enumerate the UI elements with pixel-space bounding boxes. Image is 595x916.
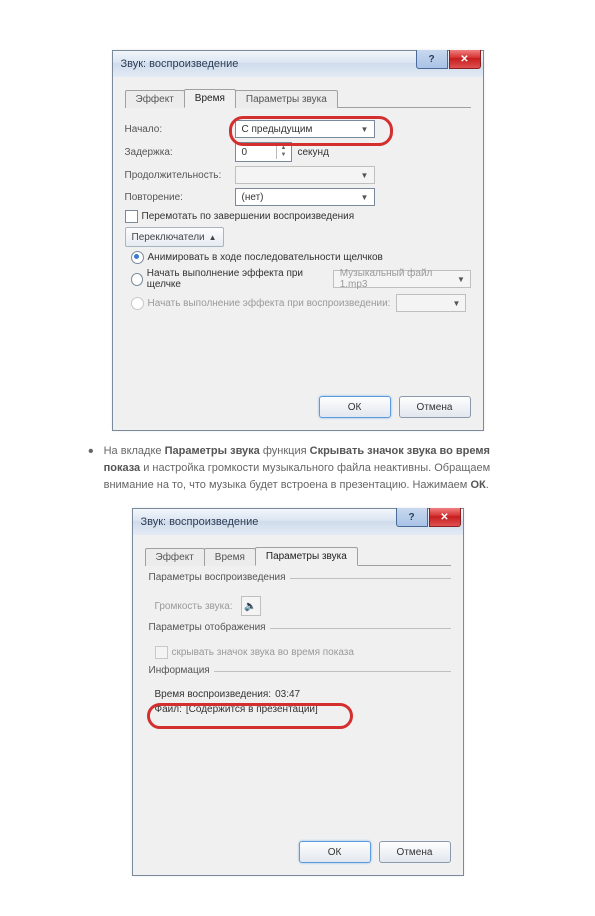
chevron-down-icon: ▼ bbox=[454, 275, 467, 284]
start-value: С предыдущим bbox=[242, 124, 313, 135]
dialog-title: Звук: воспроизведение bbox=[141, 516, 259, 528]
help-button[interactable]: ? bbox=[396, 508, 428, 527]
delay-spinner[interactable]: 0 ▲▼ bbox=[235, 142, 292, 162]
tab-time[interactable]: Время bbox=[204, 548, 256, 566]
titlebar[interactable]: Звук: воспроизведение ? ✕ bbox=[113, 51, 483, 77]
tab-time[interactable]: Время bbox=[184, 89, 236, 108]
dialog-title: Звук: воспроизведение bbox=[121, 58, 239, 70]
opt-click-combo: Музыкальный файл 1.mp3 ▼ bbox=[333, 270, 471, 288]
chevron-down-icon: ▼ bbox=[358, 125, 372, 134]
help-button[interactable]: ? bbox=[416, 50, 448, 69]
tab-sound-params[interactable]: Параметры звука bbox=[235, 90, 338, 108]
opt-play-radio[interactable] bbox=[131, 297, 144, 310]
hide-icon-label: скрывать значок звука во время показа bbox=[172, 647, 354, 658]
tab-effect[interactable]: Эффект bbox=[125, 90, 185, 108]
repeat-label: Повторение: bbox=[125, 192, 235, 203]
volume-label: Громкость звука: bbox=[155, 601, 233, 612]
repeat-combo[interactable]: (нет) ▼ bbox=[235, 188, 375, 206]
duration-combo: ▼ bbox=[235, 166, 375, 184]
length-value: 03:47 bbox=[275, 689, 300, 700]
titlebar[interactable]: Звук: воспроизведение ? ✕ bbox=[133, 509, 463, 535]
sound-playback-dialog-params: Звук: воспроизведение ? ✕ Эффект Время П… bbox=[132, 508, 464, 876]
close-button[interactable]: ✕ bbox=[449, 50, 481, 69]
group-display-title: Параметры отображения bbox=[145, 622, 270, 633]
opt-click-label: Начать выполнение эффекта при щелчке bbox=[147, 268, 327, 290]
volume-button: 🔈 bbox=[241, 596, 261, 616]
cancel-button[interactable]: Отмена bbox=[379, 841, 451, 863]
opt-sequence-label: Анимировать в ходе последовательности ще… bbox=[148, 252, 383, 263]
length-label: Время воспроизведения: bbox=[155, 689, 272, 700]
tab-sound-params[interactable]: Параметры звука bbox=[255, 547, 358, 566]
chevron-down-icon: ▼ bbox=[449, 299, 463, 308]
delay-unit: секунд bbox=[298, 147, 329, 158]
duration-label: Продолжительность: bbox=[125, 170, 235, 181]
sound-playback-dialog-time: Звук: воспроизведение ? ✕ Эффект Время П… bbox=[112, 50, 484, 431]
tab-effect[interactable]: Эффект bbox=[145, 548, 205, 566]
repeat-value: (нет) bbox=[242, 192, 264, 203]
start-combo[interactable]: С предыдущим ▼ bbox=[235, 120, 375, 138]
opt-click-value: Музыкальный файл 1.mp3 bbox=[340, 268, 455, 290]
rewind-checkbox[interactable] bbox=[125, 210, 138, 223]
triggers-button[interactable]: Переключатели ▲ bbox=[125, 227, 224, 247]
description-bullet: На вкладке Параметры звука функция Скрыв… bbox=[88, 443, 525, 494]
spinner-arrows-icon: ▲▼ bbox=[276, 145, 291, 159]
opt-play-combo: ▼ bbox=[396, 294, 466, 312]
file-value: [Содержится в презентации] bbox=[186, 704, 318, 715]
opt-play-label: Начать выполнение эффекта при воспроизве… bbox=[148, 298, 391, 309]
delay-label: Задержка: bbox=[125, 147, 235, 158]
ok-button[interactable]: ОК bbox=[319, 396, 391, 418]
tabs: Эффект Время Параметры звука bbox=[125, 87, 471, 108]
opt-click-radio[interactable] bbox=[131, 273, 143, 286]
chevron-up-icon: ▲ bbox=[209, 233, 217, 242]
start-label: Начало: bbox=[125, 124, 235, 135]
cancel-button[interactable]: Отмена bbox=[399, 396, 471, 418]
triggers-text: Переключатели bbox=[132, 232, 205, 243]
tabs: Эффект Время Параметры звука bbox=[145, 545, 451, 566]
chevron-down-icon: ▼ bbox=[358, 193, 372, 202]
chevron-down-icon: ▼ bbox=[358, 171, 372, 180]
hide-icon-checkbox bbox=[155, 646, 168, 659]
rewind-label: Перемотать по завершении воспроизведения bbox=[142, 211, 355, 222]
group-playback-title: Параметры воспроизведения bbox=[145, 572, 290, 583]
close-button[interactable]: ✕ bbox=[429, 508, 461, 527]
group-info-title: Информация bbox=[145, 665, 214, 676]
file-label: Файл: bbox=[155, 704, 182, 715]
opt-sequence-radio[interactable] bbox=[131, 251, 144, 264]
ok-button[interactable]: ОК bbox=[299, 841, 371, 863]
description-text: На вкладке Параметры звука функция Скрыв… bbox=[104, 443, 525, 494]
speaker-icon: 🔈 bbox=[244, 601, 256, 612]
delay-value: 0 bbox=[236, 147, 276, 158]
